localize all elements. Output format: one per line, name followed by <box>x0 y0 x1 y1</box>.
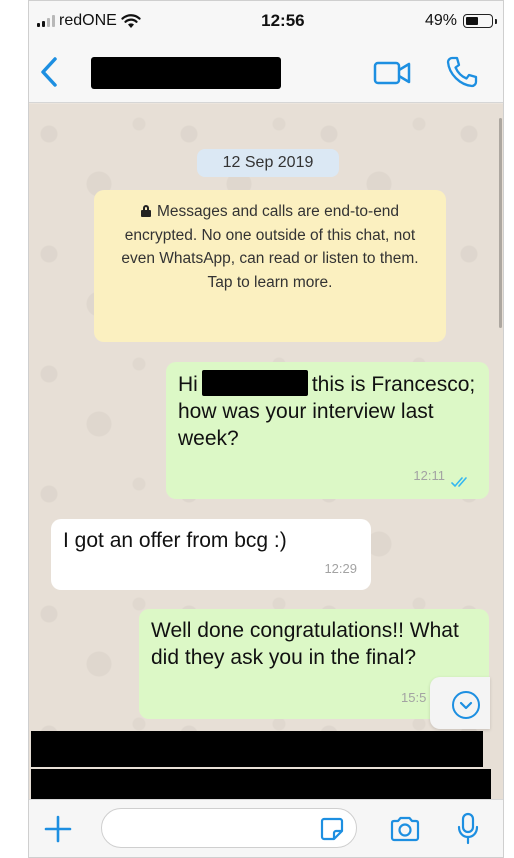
outgoing-message[interactable]: Hi this is Francesco; how was your interv… <box>166 362 489 499</box>
message-input-bar <box>29 799 503 857</box>
message-text: I got an offer from bcg :) <box>63 529 287 552</box>
scroll-indicator <box>499 118 502 328</box>
redacted-content <box>31 769 491 799</box>
battery-percent: 49% <box>424 12 457 29</box>
video-call-button[interactable] <box>373 59 413 87</box>
sticker-icon <box>320 817 344 841</box>
redacted-content <box>31 731 483 767</box>
plus-icon <box>44 815 72 843</box>
phone-screen: redONE 12:56 49% 12 Sep 2019 Messages an… <box>28 0 504 858</box>
contact-name-redacted[interactable] <box>91 57 281 89</box>
video-camera-icon <box>373 61 411 85</box>
encryption-notice-text: Messages and calls are end-to-end encryp… <box>121 203 419 291</box>
attach-button[interactable] <box>43 814 73 844</box>
voice-call-button[interactable] <box>445 55 479 89</box>
message-time: 12:11 <box>413 468 445 483</box>
chat-header <box>29 41 503 103</box>
message-text-start: Hi <box>178 373 198 396</box>
carrier-name: redONE <box>59 12 117 29</box>
scroll-to-bottom-button[interactable] <box>430 677 490 729</box>
sticker-button[interactable] <box>320 817 344 841</box>
read-receipt-icon <box>451 477 467 488</box>
phone-icon <box>446 56 478 88</box>
date-label: 12 Sep 2019 <box>197 149 339 177</box>
message-text: Well done congratulations!! What did the… <box>151 619 459 669</box>
carrier-group: redONE <box>37 12 141 30</box>
battery-group: 49% <box>424 12 497 30</box>
incoming-message[interactable]: I got an offer from bcg :) 12:29 <box>51 519 371 590</box>
status-time: 12:56 <box>261 11 305 30</box>
signal-strength-icon <box>37 15 55 27</box>
microphone-icon <box>457 812 479 845</box>
battery-icon <box>463 14 497 28</box>
message-time: 12:29 <box>324 561 357 576</box>
microphone-button[interactable] <box>457 812 479 846</box>
camera-icon <box>390 816 420 842</box>
message-input[interactable] <box>101 808 357 848</box>
chat-area[interactable]: 12 Sep 2019 Messages and calls are end-t… <box>29 104 503 799</box>
status-bar: redONE 12:56 49% <box>29 1 503 41</box>
camera-button[interactable] <box>389 816 421 842</box>
left-margin <box>0 0 28 858</box>
lock-icon <box>140 205 151 217</box>
encryption-notice[interactable]: Messages and calls are end-to-end encryp… <box>94 190 446 342</box>
redacted-name <box>201 370 308 396</box>
back-button[interactable] <box>37 55 63 89</box>
message-time: 15:5 <box>401 690 427 705</box>
wifi-icon <box>121 13 141 28</box>
chevron-down-circle-icon <box>452 691 480 719</box>
battery-level <box>466 17 478 25</box>
chevron-left-icon <box>41 57 57 87</box>
